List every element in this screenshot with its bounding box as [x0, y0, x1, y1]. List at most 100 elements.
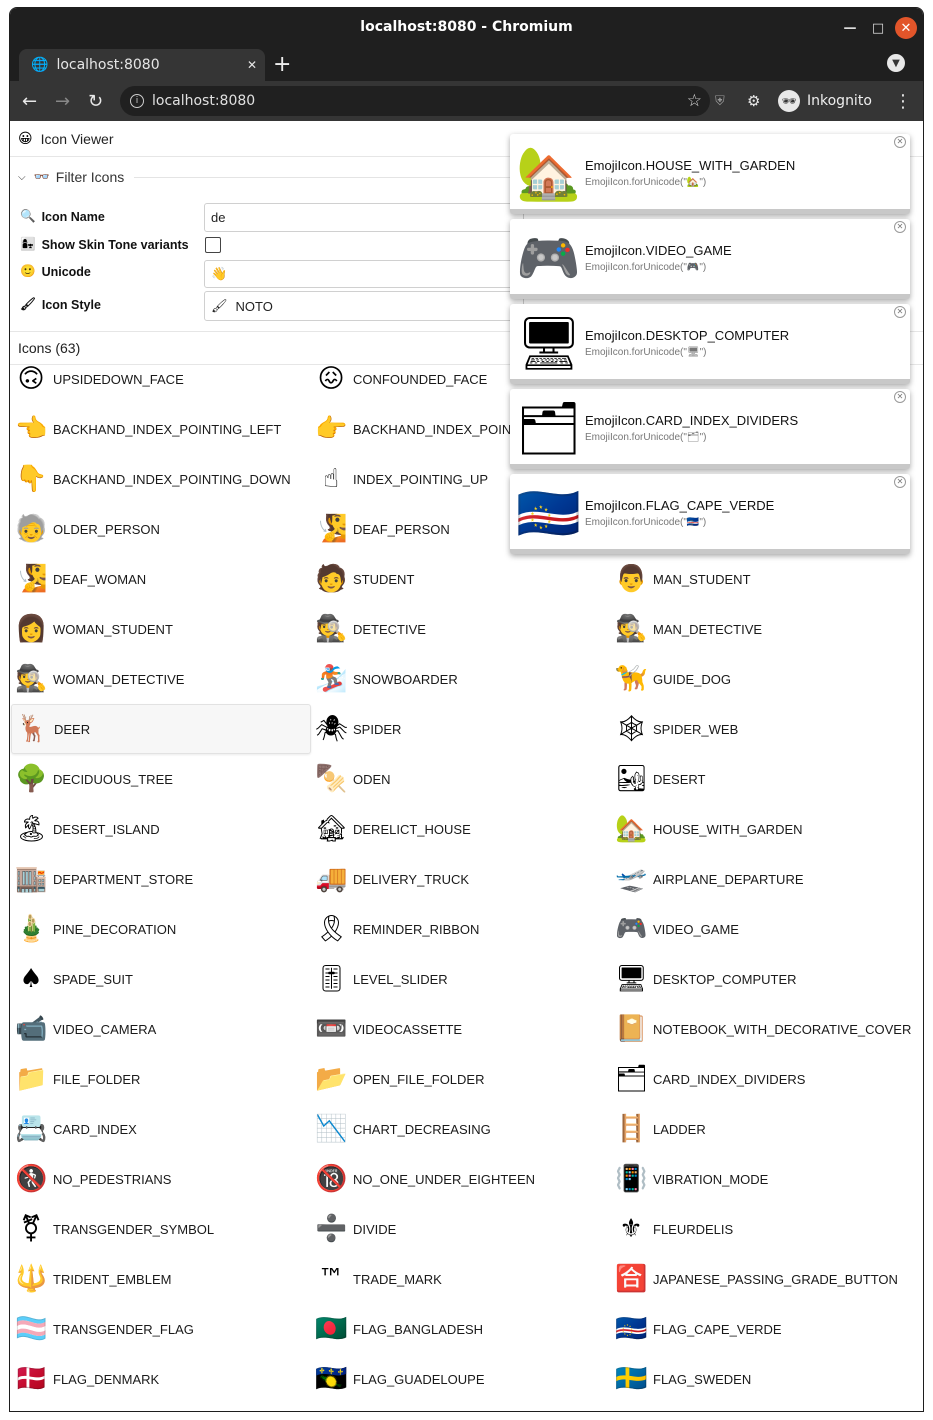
ublock-icon[interactable]: ⛨ — [715, 94, 725, 109]
icon-cell[interactable]: 📹 VIDEO_CAMERA — [11, 1004, 311, 1054]
paintbrush-icon: 🖌 — [20, 297, 36, 311]
close-window-icon[interactable]: ✕ — [895, 17, 917, 39]
window-title: localhost:8080 - Chromium — [360, 19, 573, 35]
icon-cell[interactable]: 🔱 TRIDENT_EMBLEM — [11, 1254, 311, 1304]
icon-cell[interactable]: 🏬 DEPARTMENT_STORE — [11, 854, 311, 904]
forward-icon[interactable]: → — [55, 91, 70, 112]
icon-name: FLEURDELIS — [653, 1221, 734, 1237]
emoji-icon: 🇧🇩 — [315, 1314, 348, 1344]
icon-cell[interactable]: 🙃 UPSIDEDOWN_FACE — [11, 354, 311, 404]
browser-tab[interactable]: 🌐 localhost:8080 ✕ — [19, 49, 265, 81]
icon-cell[interactable]: 🪜 LADDER — [611, 1104, 911, 1154]
icon-name: TRANSGENDER_FLAG — [53, 1321, 194, 1337]
icon-cell[interactable]: 👩 WOMAN_STUDENT — [11, 604, 311, 654]
notification-close-icon[interactable]: ✕ — [894, 221, 906, 233]
icon-cell[interactable]: 👨 MAN_STUDENT — [611, 554, 911, 604]
icon-cell[interactable]: 🏂 SNOWBOARDER — [311, 654, 611, 704]
emoji-icon: 👨 — [615, 564, 648, 594]
icon-cell[interactable]: 🔞 NO_ONE_UNDER_EIGHTEEN — [311, 1154, 611, 1204]
unicode-input[interactable]: 👋 — [204, 260, 524, 288]
notification-card[interactable]: 🏡 EmojiIcon.HOUSE_WITH_GARDEN EmojiIcon.fo… — [510, 134, 910, 214]
icon-cell[interactable]: 🏳️‍⚧️ TRANSGENDER_FLAG — [11, 1304, 311, 1354]
notification-close-icon[interactable]: ✕ — [894, 476, 906, 488]
icon-cell[interactable]: ➗ DIVIDE — [311, 1204, 611, 1254]
notification-card[interactable]: 🗂 EmojiIcon.CARD_INDEX_DIVIDERS EmojiIcon.… — [510, 389, 910, 469]
icon-cell[interactable]: 📼 VIDEOCASSETTE — [311, 1004, 611, 1054]
glasses-icon: 👓 — [33, 169, 50, 185]
icon-cell[interactable]: 🍢 ODEN — [311, 754, 611, 804]
icon-cell[interactable]: 🏡 HOUSE_WITH_GARDEN — [611, 804, 911, 854]
emoji-icon: 📔 — [615, 1014, 648, 1044]
icon-cell[interactable]: 🦌 DEER — [11, 704, 311, 754]
icon-cell[interactable]: ♠ SPADE_SUIT — [11, 954, 311, 1004]
icon-cell[interactable]: 📳 VIBRATION_MODE — [611, 1154, 911, 1204]
icon-cell[interactable]: 🕷 SPIDER — [311, 704, 611, 754]
icon-style-select[interactable]: 🖌 NOTO — [204, 291, 524, 321]
profile-button[interactable]: 🕶 Inkognito — [778, 88, 882, 114]
icon-cell[interactable]: 🧑 STUDENT — [311, 554, 611, 604]
notification-title: EmojiIcon.CARD_INDEX_DIVIDERS — [585, 413, 799, 428]
minimize-icon[interactable]: — — [839, 17, 861, 39]
icon-cell[interactable]: 🏚 DERELICT_HOUSE — [311, 804, 611, 854]
icon-cell[interactable]: 🕵 DETECTIVE — [311, 604, 611, 654]
notification-close-icon[interactable]: ✕ — [894, 136, 906, 148]
icon-cell[interactable]: 🛫 AIRPLANE_DEPARTURE — [611, 854, 911, 904]
icon-cell[interactable]: 🧓 OLDER_PERSON — [11, 504, 311, 554]
bookmark-star-icon[interactable]: ☆ — [687, 91, 702, 111]
icon-name: FILE_FOLDER — [53, 1071, 141, 1087]
notification-close-icon[interactable]: ✕ — [894, 306, 906, 318]
info-icon[interactable]: i — [130, 94, 144, 108]
address-bar[interactable]: i localhost:8080 ☆ — [120, 86, 710, 116]
icon-cell[interactable]: 🚚 DELIVERY_TRUCK — [311, 854, 611, 904]
icon-cell[interactable]: ⚧ TRANSGENDER_SYMBOL — [11, 1204, 311, 1254]
icon-cell[interactable]: 🇩🇰 FLAG_DENMARK — [11, 1354, 311, 1404]
maximize-icon[interactable]: □ — [867, 17, 889, 39]
icon-cell[interactable]: 📉 CHART_DECREASING — [311, 1104, 611, 1154]
notification-card[interactable]: 🖥 EmojiIcon.DESKTOP_COMPUTER EmojiIcon.for… — [510, 304, 910, 384]
icon-cell[interactable]: 🕵 MAN_DETECTIVE — [611, 604, 911, 654]
icon-cell[interactable]: 🎮 VIDEO_GAME — [611, 904, 911, 954]
reload-icon[interactable]: ↻ — [88, 91, 103, 112]
icon-name-input[interactable]: de — [204, 203, 524, 232]
icon-cell[interactable]: 🇧🇩 FLAG_BANGLADESH — [311, 1304, 611, 1354]
icon-cell[interactable]: 🦮 GUIDE_DOG — [611, 654, 911, 704]
icon-cell[interactable]: 📁 FILE_FOLDER — [11, 1054, 311, 1104]
menu-kebab-icon[interactable]: ⋮ — [894, 91, 912, 112]
filter-toggle[interactable]: ⌵ 👓 Filter Icons — [10, 157, 510, 197]
emoji-icon: 😖 — [317, 364, 345, 394]
icon-cell[interactable]: 🇸🇪 FLAG_SWEDEN — [611, 1354, 911, 1404]
icon-cell[interactable]: 📔 NOTEBOOK_WITH_DECORATIVE_COVER — [611, 1004, 911, 1054]
icon-cell[interactable]: 📇 CARD_INDEX — [11, 1104, 311, 1154]
icon-cell[interactable]: 📂 OPEN_FILE_FOLDER — [311, 1054, 611, 1104]
icon-cell[interactable]: 🖥 DESKTOP_COMPUTER — [611, 954, 911, 1004]
icon-cell[interactable]: ⚜ FLEURDELIS — [611, 1204, 911, 1254]
new-tab-button[interactable]: + — [273, 52, 291, 77]
icon-cell[interactable]: 🎗 REMINDER_RIBBON — [311, 904, 611, 954]
notification-close-icon[interactable]: ✕ — [894, 391, 906, 403]
tab-search-icon[interactable]: ▼ — [887, 54, 905, 72]
icon-cell[interactable]: 🇬🇵 FLAG_GUADELOUPE — [311, 1354, 611, 1404]
tab-close-icon[interactable]: ✕ — [247, 58, 257, 72]
notification-card[interactable]: 🇨🇻 EmojiIcon.FLAG_CAPE_VERDE EmojiIcon.for… — [510, 474, 910, 554]
icon-cell[interactable]: 🚷 NO_PEDESTRIANS — [11, 1154, 311, 1204]
back-icon[interactable]: ← — [22, 91, 37, 112]
icon-cell[interactable]: 👇 BACKHAND_INDEX_POINTING_DOWN — [11, 454, 311, 504]
icon-cell[interactable]: 🌳 DECIDUOUS_TREE — [11, 754, 311, 804]
extensions-puzzle-icon[interactable]: ⚙ — [747, 92, 760, 110]
icon-cell[interactable]: 🏜 DESERT — [611, 754, 911, 804]
icon-cell[interactable]: ™ TRADE_MARK — [311, 1254, 611, 1304]
icon-cell[interactable]: 🇨🇻 FLAG_CAPE_VERDE — [611, 1304, 911, 1354]
icon-cell[interactable]: 🎚 LEVEL_SLIDER — [311, 954, 611, 1004]
select-paintbrush-icon: 🖌 — [211, 298, 228, 313]
icon-cell[interactable]: 🗂 CARD_INDEX_DIVIDERS — [611, 1054, 911, 1104]
emoji-icon: 👩 — [15, 614, 48, 644]
icon-cell[interactable]: 👈 BACKHAND_INDEX_POINTING_LEFT — [11, 404, 311, 454]
skin-tone-checkbox[interactable] — [205, 237, 221, 253]
icon-cell[interactable]: 🕵 WOMAN_DETECTIVE — [11, 654, 311, 704]
icon-cell[interactable]: 🈴 JAPANESE_PASSING_GRADE_BUTTON — [611, 1254, 911, 1304]
icon-cell[interactable]: 🕸 SPIDER_WEB — [611, 704, 911, 754]
icon-cell[interactable]: 🧏 DEAF_WOMAN — [11, 554, 311, 604]
notification-card[interactable]: 🎮 EmojiIcon.VIDEO_GAME EmojiIcon.forUnicod… — [510, 219, 910, 299]
icon-cell[interactable]: 🏝 DESERT_ISLAND — [11, 804, 311, 854]
icon-cell[interactable]: 🎍 PINE_DECORATION — [11, 904, 311, 954]
